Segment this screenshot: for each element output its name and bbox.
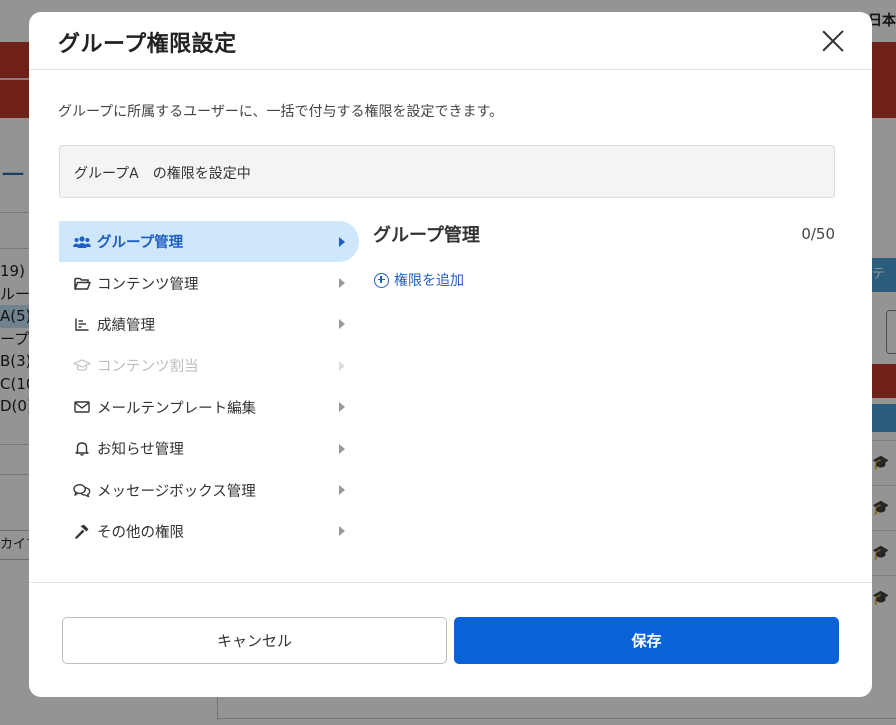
menu-item-other-permissions[interactable]: その他の権限 xyxy=(59,511,359,552)
add-permission-label: 権限を追加 xyxy=(394,273,464,289)
caret-right-icon xyxy=(339,526,345,537)
menu-item-content-assignment: コンテンツ割当 xyxy=(59,345,359,386)
menu-item-label: コンテンツ割当 xyxy=(97,359,199,376)
menu-item-messagebox-management[interactable]: メッセージボックス管理 xyxy=(59,469,359,510)
panel-title: グループ管理 xyxy=(373,225,480,246)
menu-item-group-management[interactable]: グループ管理 xyxy=(59,221,359,263)
modal-title: グループ権限設定 xyxy=(58,32,237,57)
caret-right-icon xyxy=(339,443,345,454)
target-group-status: グループA の権限を設定中 xyxy=(59,145,835,198)
menu-item-label: メッセージボックス管理 xyxy=(97,483,256,500)
caret-right-icon xyxy=(339,278,345,289)
menu-item-label: お知らせ管理 xyxy=(97,442,184,459)
menu-item-label: その他の権限 xyxy=(97,524,184,541)
add-permission-link[interactable]: 権限を追加 xyxy=(374,270,464,290)
menu-item-label: メールテンプレート編集 xyxy=(97,400,257,417)
menu-item-grade-management[interactable]: 成績管理 xyxy=(59,304,359,345)
menu-item-label: コンテンツ管理 xyxy=(97,276,199,293)
envelope-icon xyxy=(73,398,91,416)
save-button[interactable]: 保存 xyxy=(454,617,839,664)
modal-description: グループに所属するユーザーに、一括で付与する権限を設定できます。 xyxy=(58,104,504,120)
caret-right-icon xyxy=(339,236,345,247)
comments-icon xyxy=(73,481,91,499)
menu-item-content-management[interactable]: コンテンツ管理 xyxy=(59,262,359,303)
hammer-icon xyxy=(73,522,91,540)
caret-right-icon xyxy=(339,485,345,496)
close-icon[interactable] xyxy=(818,26,848,56)
menu-item-mail-template[interactable]: メールテンプレート編集 xyxy=(59,387,359,428)
graduation-cap-icon xyxy=(73,357,91,375)
menu-item-label: グループ管理 xyxy=(97,235,184,252)
users-icon xyxy=(73,233,91,251)
group-permission-modal: グループ権限設定 グループに所属するユーザーに、一括で付与する権限を設定できます… xyxy=(29,12,872,697)
caret-right-icon xyxy=(339,319,345,330)
caret-right-icon xyxy=(339,402,345,413)
menu-item-label: 成績管理 xyxy=(97,317,155,334)
modal-header: グループ権限設定 xyxy=(29,12,872,70)
caret-right-icon xyxy=(339,360,345,371)
bell-icon xyxy=(73,440,91,458)
permission-category-menu: グループ管理 コンテンツ管理 成績管理 コンテンツ割当 メールテンプレート編集 … xyxy=(59,221,359,552)
plus-circle-icon xyxy=(374,272,389,288)
folder-open-icon xyxy=(73,274,91,292)
modal-footer: キャンセル 保存 xyxy=(29,582,872,697)
chart-icon xyxy=(73,315,91,333)
permission-count: 0/50 xyxy=(801,225,835,243)
cancel-button[interactable]: キャンセル xyxy=(62,617,447,664)
menu-item-notice-management[interactable]: お知らせ管理 xyxy=(59,428,359,469)
